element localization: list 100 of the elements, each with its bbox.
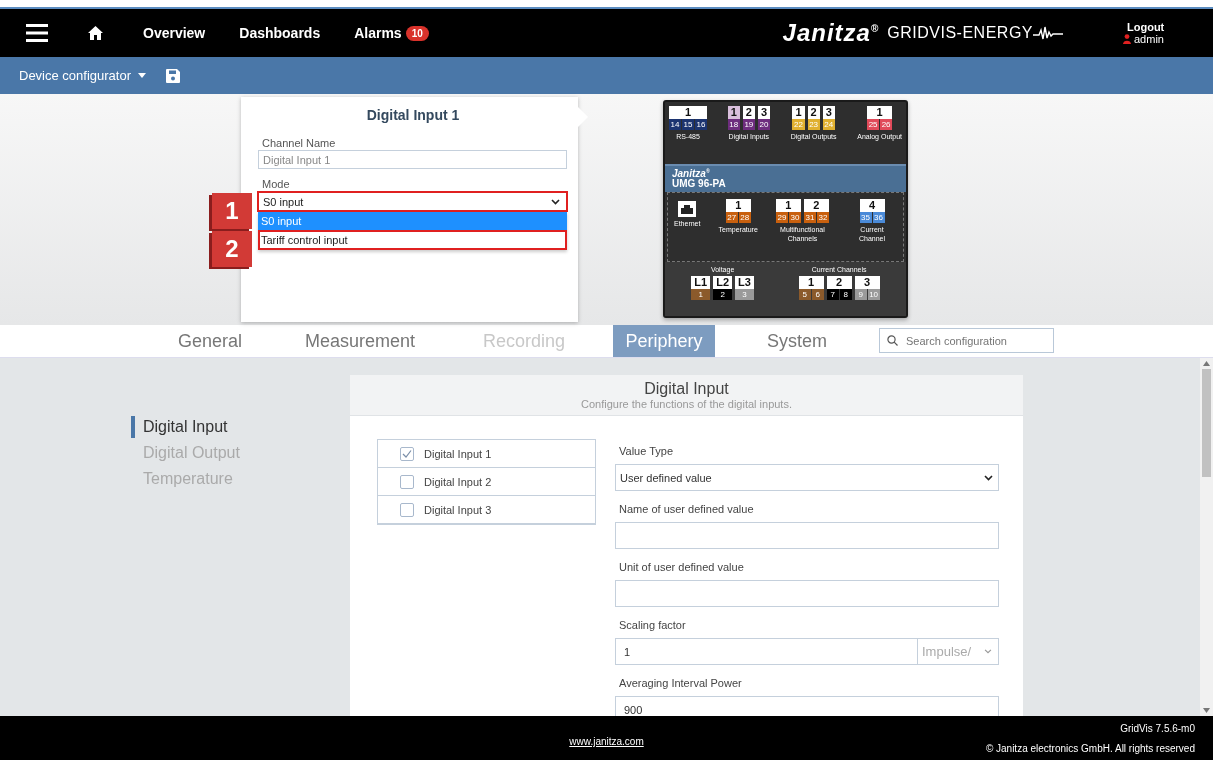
block-number[interactable]: L2 (713, 276, 733, 290)
tab[interactable]: General (135, 325, 285, 357)
terminal-label: 8 (839, 289, 852, 301)
terminal-label: 2 (713, 289, 733, 301)
card-subtitle: Configure the functions of the digital inputs. (581, 398, 792, 410)
sidebar-item[interactable]: Digital Input (131, 416, 228, 438)
input-field[interactable] (615, 522, 999, 549)
block-number[interactable]: 3 (757, 106, 770, 119)
block-number[interactable]: 3 (854, 276, 880, 290)
menu-icon[interactable] (26, 24, 48, 42)
website-link[interactable]: www.janitza.com (569, 736, 644, 747)
caret-icon (138, 73, 146, 78)
channel-item[interactable]: Digital Input 1 (378, 440, 595, 468)
block-number[interactable]: 1 (798, 276, 824, 290)
block-number[interactable]: 1 (867, 106, 893, 119)
value-type-select[interactable]: User defined value (615, 464, 999, 491)
nav-link[interactable]: Dashboards (239, 25, 321, 41)
channel-item[interactable]: Digital Input 3 (378, 496, 595, 523)
nav-link[interactable]: Alarms 10 (354, 25, 429, 41)
waveform-icon (1033, 26, 1063, 40)
channel-label: Digital Input 2 (424, 475, 492, 488)
terminal-label: 26 (880, 119, 893, 130)
scroll-thumb[interactable] (1202, 369, 1211, 477)
field-label: Value Type (618, 444, 675, 459)
channel-label: Digital Input 1 (424, 447, 492, 460)
block-number[interactable]: 1 (792, 106, 805, 119)
block-number[interactable]: 1 (727, 106, 740, 119)
terminal-label: 15 (682, 119, 694, 130)
terminal-label: 9 (854, 289, 867, 301)
block-number[interactable]: 1 (775, 199, 801, 212)
block-number[interactable]: 3 (822, 106, 835, 119)
terminal-label: 7 (826, 289, 839, 301)
field-label: Scaling factor (618, 618, 687, 633)
block-number[interactable]: 4 (859, 199, 885, 212)
tab[interactable]: System (715, 325, 879, 357)
terminal-label: 31 (803, 212, 816, 223)
input-field[interactable]: 1 (615, 638, 917, 665)
block-number[interactable]: 2 (807, 106, 820, 119)
save-icon[interactable] (166, 68, 180, 83)
scroll-down-icon[interactable] (1203, 708, 1210, 713)
device-configurator-menu[interactable]: Device configurator (19, 68, 146, 83)
mode-option[interactable]: Tariff control input (258, 230, 567, 250)
terminal-label: 3 (735, 289, 754, 301)
terminal-label: 5 (798, 289, 811, 301)
channel-label: Digital Input 3 (424, 503, 492, 516)
field-label: Name of user defined value (618, 502, 755, 517)
mode-select[interactable]: S0 input (257, 191, 568, 212)
block-number[interactable]: 2 (803, 199, 829, 212)
channel-name-field[interactable]: Digital Input 1 (258, 150, 567, 169)
terminal-label: 36 (872, 212, 885, 223)
block-number[interactable]: 1 (725, 199, 751, 212)
terminal-label: 16 (695, 119, 707, 130)
ethernet-port-icon (678, 201, 697, 217)
terminal-label: 6 (811, 289, 824, 301)
terminal-label: 29 (775, 212, 788, 223)
nav-link[interactable]: Overview (143, 25, 206, 41)
checkbox[interactable] (400, 474, 414, 489)
block-number[interactable]: 2 (826, 276, 852, 290)
logo: Janitza$^{®}$ (782, 19, 880, 47)
block-number[interactable]: 1 (669, 106, 707, 119)
card-title: Digital Input (644, 380, 729, 398)
home-icon[interactable] (88, 26, 103, 40)
terminal-label: 20 (757, 119, 770, 130)
terminal-label: 10 (867, 289, 880, 301)
field-label: Channel Name (262, 137, 337, 149)
scroll-up-icon[interactable] (1203, 361, 1210, 366)
popup-title: Digital Input 1 (365, 107, 461, 123)
checkbox[interactable] (400, 502, 414, 517)
input-field[interactable] (615, 580, 999, 607)
block-number[interactable]: L1 (691, 276, 711, 290)
terminal-label: 18 (727, 119, 740, 130)
block-number[interactable]: L3 (735, 276, 754, 290)
product-name: GRIDVIS-ENERGY (887, 24, 1033, 42)
terminal-label: 23 (807, 119, 820, 130)
chevron-icon (984, 649, 992, 654)
terminal-label: 35 (859, 212, 872, 223)
callout-badge: 1 (212, 193, 252, 229)
user-name: admin (1134, 33, 1164, 45)
chevron-icon (984, 474, 993, 481)
terminal-label: 28 (738, 212, 751, 223)
field-label: Averaging Interval Power (618, 676, 743, 691)
alarm-count: 10 (405, 25, 429, 41)
scrollbar[interactable] (1200, 358, 1213, 716)
terminal-label: 14 (669, 119, 681, 130)
version-text: GridVis 7.5.6-m0 (1120, 722, 1195, 734)
terminal-label: 24 (822, 119, 835, 130)
terminal-label: 30 (788, 212, 801, 223)
logout-link[interactable]: Logout (1127, 21, 1165, 33)
device-brand: Janitza$^{®}$ (672, 168, 710, 180)
channel-item[interactable]: Digital Input 2 (378, 468, 595, 496)
terminal-label: 25 (867, 119, 880, 130)
terminal-label: 1 (691, 289, 711, 301)
checkbox[interactable] (400, 446, 414, 461)
terminal-label: 19 (742, 119, 755, 130)
tab[interactable]: Measurement (285, 325, 435, 357)
chevron-icon (551, 198, 560, 205)
input-field[interactable]: 900 (615, 696, 999, 716)
search-field[interactable]: Search configuration (879, 328, 1054, 353)
block-number[interactable]: 2 (742, 106, 755, 119)
device-model: UMG 96-PA (672, 179, 727, 190)
